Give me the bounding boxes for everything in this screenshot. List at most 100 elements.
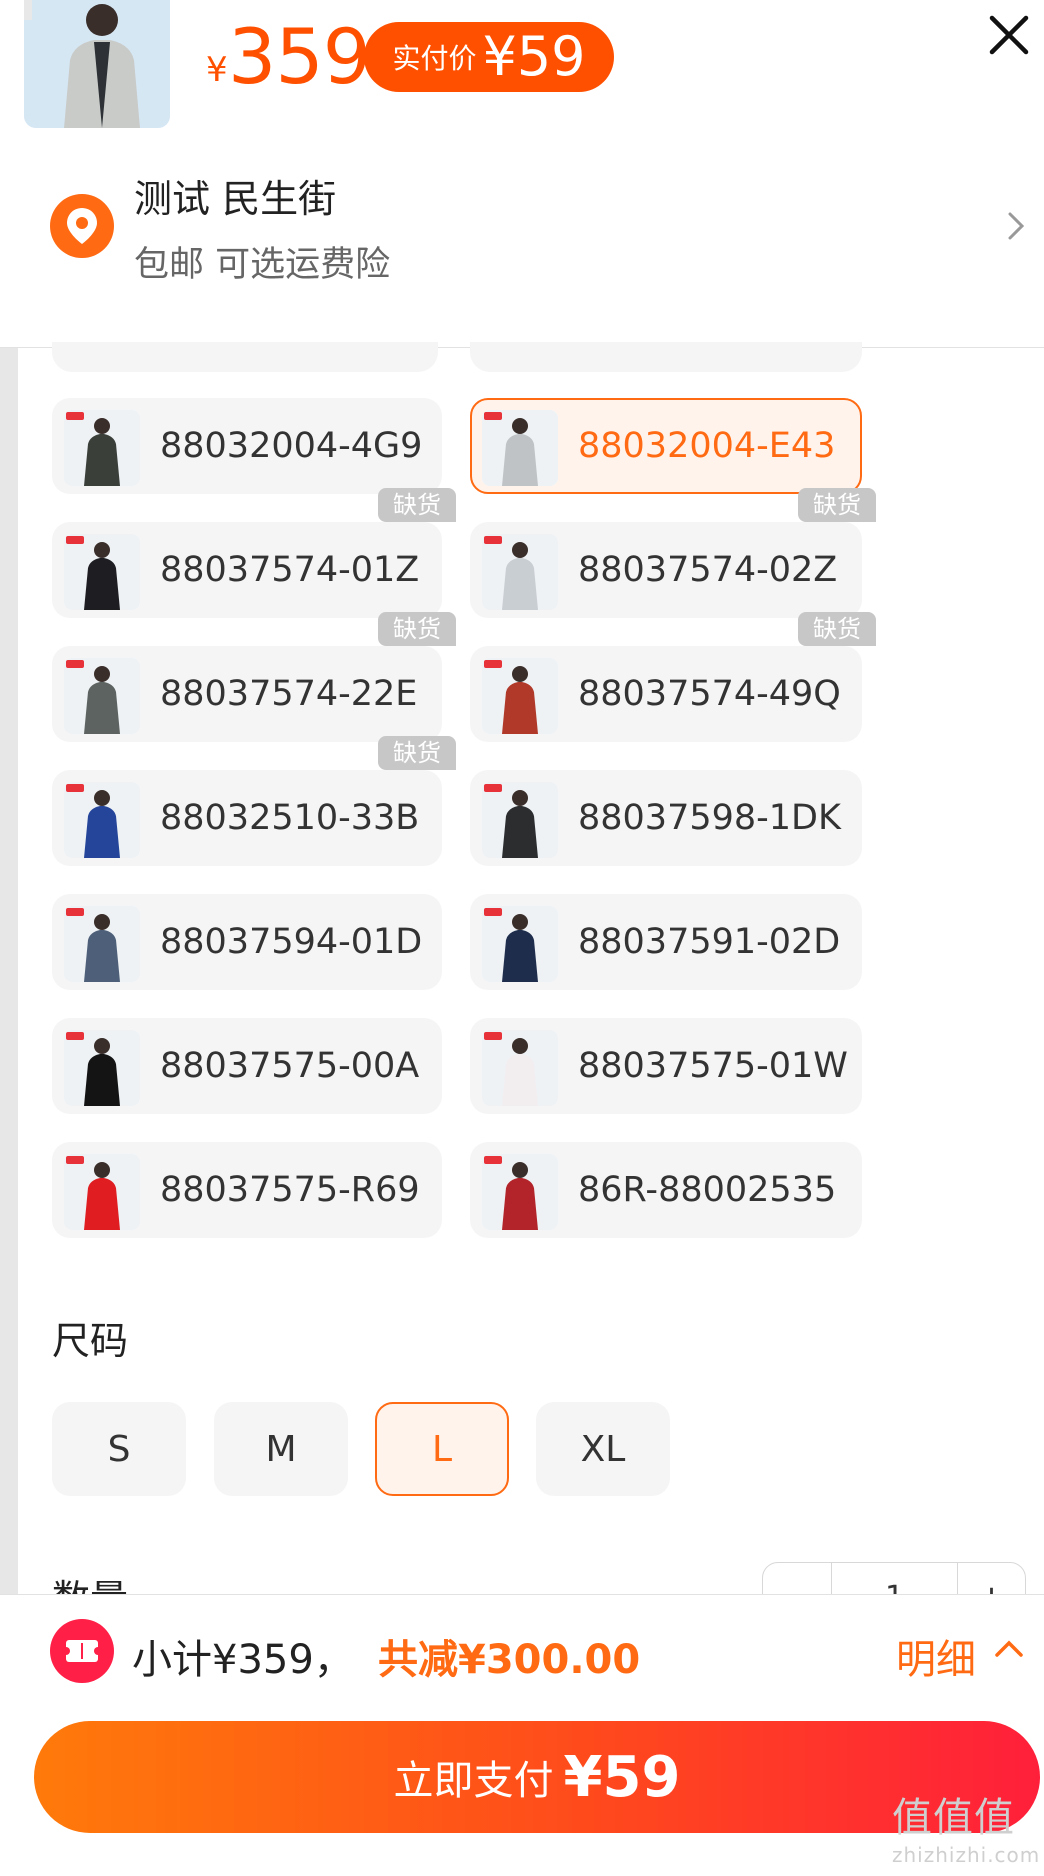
variant-card[interactable]: 88032510-33B [52,770,442,866]
jacket-icon [482,1154,558,1230]
variant-code: 88037594-01D [160,922,423,962]
brand-tag [484,908,502,916]
discount-text: 共减¥300.00 [378,1637,641,1683]
variant-code: 88037574-49Q [578,674,841,714]
pay-now-amount: ¥59 [563,1744,681,1810]
jacket-icon [64,906,140,982]
jacket-model-image [24,0,170,128]
brand-tag [484,1156,502,1164]
jacket-icon [64,1030,140,1106]
variant-card[interactable]: 88037598-1DK [470,770,862,866]
price-currency: ¥ [206,50,228,90]
variant-card[interactable]: 88037574-01Z [52,522,442,618]
price-detail-link[interactable]: 明细 [896,1627,976,1685]
variant-thumbnail [64,410,140,486]
variant-card[interactable]: 86R-88002535 [470,1142,862,1238]
product-price: 359 [228,12,371,101]
brand-tag [66,1032,84,1040]
size-option-s[interactable]: S [52,1402,186,1496]
brand-tag [66,784,84,792]
brand-tag [484,536,502,544]
partial-variant-card [52,342,438,372]
variant-card[interactable]: 88037575-R69 [52,1142,442,1238]
brand-tag [66,536,84,544]
shipping-info: 包邮 可选运费险 [134,245,391,285]
size-option-l[interactable]: L [375,1402,509,1496]
variant-code: 88037574-02Z [578,550,838,590]
jacket-icon [64,782,140,858]
out-of-stock-badge: 缺货 [378,612,456,646]
size-option-m[interactable]: M [214,1402,348,1496]
jacket-icon [482,1030,558,1106]
jacket-icon [482,410,558,486]
variant-code: 88032510-33B [160,798,420,838]
brand-tag [66,1156,84,1164]
out-of-stock-badge: 缺货 [378,736,456,770]
variant-code: 88037591-02D [578,922,841,962]
out-of-stock-badge: 缺货 [378,488,456,522]
close-icon[interactable] [984,10,1034,60]
brand-tag [66,412,84,420]
chevron-up-icon[interactable] [992,1635,1026,1661]
partial-variant-card [470,342,862,372]
variant-card[interactable]: 88037575-00A [52,1018,442,1114]
variant-thumbnail [64,658,140,734]
coupon-icon [50,1619,114,1683]
subtotal-text: 小计¥359， [132,1637,354,1683]
variant-thumbnail [64,1154,140,1230]
variant-card[interactable]: 88032004-4G9 [52,398,442,494]
variant-code: 88037575-00A [160,1046,420,1086]
brand-tag [484,660,502,668]
scroll-track [0,348,18,1594]
address-name[interactable]: 测试 民生街 [134,168,336,223]
variant-thumbnail [482,906,558,982]
brand-tag [66,908,84,916]
actual-price-pill: 实付价 ¥59 [364,22,614,92]
variant-card[interactable]: 88037574-02Z [470,522,862,618]
actual-price-label: 实付价 [392,42,477,75]
variant-thumbnail [482,534,558,610]
variant-code: 88032004-4G9 [160,426,423,466]
jacket-icon [482,782,558,858]
variant-code: 88037575-R69 [160,1170,420,1210]
variant-card[interactable]: 88032004-E43 [470,398,862,494]
jacket-icon [482,906,558,982]
variant-card[interactable]: 88037594-01D [52,894,442,990]
variant-code: 88037575-01W [578,1046,848,1086]
watermark-logo: 值值值 [892,1795,1015,1841]
watermark-url: zhizhizhi.com [892,1843,1041,1867]
watermark: 值值值 zhizhizhi.com [892,1785,1041,1867]
jacket-icon [482,658,558,734]
chevron-right-icon[interactable] [1002,206,1030,246]
variant-code: 88032004-E43 [578,426,836,466]
brand-tag [484,1032,502,1040]
variant-thumbnail [64,906,140,982]
brand-tag [66,660,84,668]
size-option-xl[interactable]: XL [536,1402,670,1496]
variant-thumbnail [64,1030,140,1106]
variant-card[interactable]: 88037574-49Q [470,646,862,742]
variant-thumbnail [482,782,558,858]
jacket-icon [64,1154,140,1230]
variant-thumbnail [482,1154,558,1230]
brand-tag [484,784,502,792]
variant-card[interactable]: 88037591-02D [470,894,862,990]
pay-now-label: 立即支付 [393,1758,554,1804]
jacket-icon [64,658,140,734]
out-of-stock-badge: 缺货 [798,612,876,646]
variant-card[interactable]: 88037574-22E [52,646,442,742]
variant-thumbnail [482,1030,558,1106]
brand-tag [484,412,502,420]
pay-now-button[interactable]: 立即支付 ¥59 [34,1721,1040,1833]
variant-thumbnail [482,410,558,486]
variant-thumbnail [482,658,558,734]
checkout-footer: 小计¥359， 共减¥300.00 明细 立即支付 ¥59 值值值 zhizhi… [0,1594,1044,1876]
location-pin-icon [50,194,114,258]
jacket-icon [64,410,140,486]
variant-card[interactable]: 88037575-01W [470,1018,862,1114]
variant-code: 88037598-1DK [578,798,841,838]
variant-code: 88037574-22E [160,674,418,714]
product-thumbnail[interactable] [24,0,170,128]
size-title: 尺码 [52,1319,129,1363]
variant-code: 88037574-01Z [160,550,420,590]
